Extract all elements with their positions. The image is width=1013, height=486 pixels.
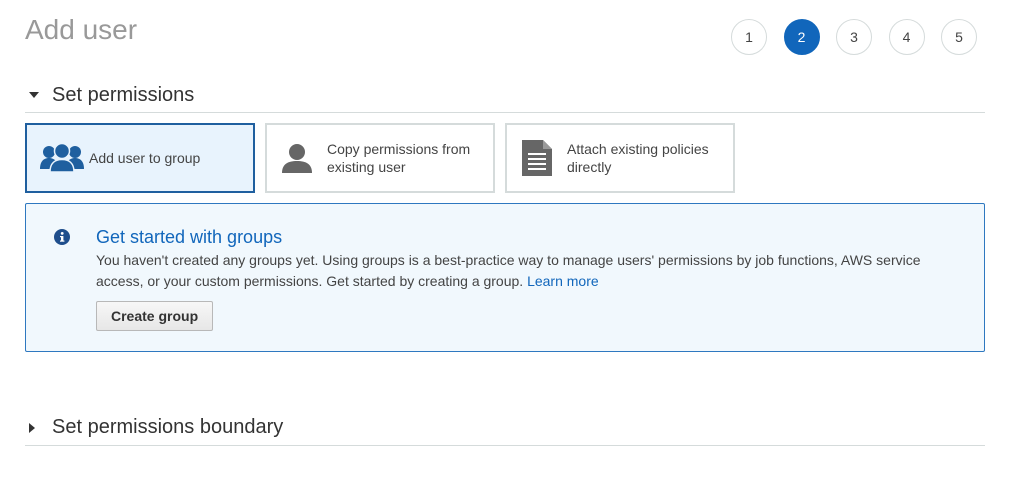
info-title: Get started with groups bbox=[96, 227, 283, 247]
set-permissions-boundary-title: Set permissions boundary bbox=[52, 416, 284, 438]
info-body: You haven't created any groups yet. Usin… bbox=[96, 252, 921, 289]
set-permissions-title: Set permissions bbox=[52, 83, 195, 106]
info-text: You haven't created any groups yet. Usin… bbox=[96, 250, 966, 292]
wizard-steps: 1 2 3 4 5 bbox=[731, 19, 994, 55]
document-icon bbox=[507, 140, 567, 176]
step-2[interactable]: 2 bbox=[783, 19, 820, 55]
user-icon bbox=[267, 143, 327, 173]
step-4[interactable]: 4 bbox=[888, 19, 925, 55]
option-attach-policies[interactable]: Attach existing policies directly bbox=[505, 123, 735, 193]
set-permissions-boundary-header[interactable]: Set permissions boundary bbox=[25, 416, 985, 446]
permission-options: Add user to group Copy permissions from … bbox=[25, 123, 735, 193]
learn-more-link[interactable]: Learn more bbox=[527, 273, 599, 289]
option-label: Add user to group bbox=[89, 150, 201, 166]
option-label: Attach existing policies directly bbox=[567, 141, 709, 175]
step-1[interactable]: 1 bbox=[731, 19, 767, 55]
groups-info-box: Get started with groups You haven't crea… bbox=[25, 203, 985, 352]
option-label: Copy permissions from existing user bbox=[327, 141, 471, 175]
set-permissions-header[interactable]: Set permissions bbox=[25, 84, 985, 113]
info-icon bbox=[54, 229, 70, 250]
option-copy-permissions[interactable]: Copy permissions from existing user bbox=[265, 123, 495, 193]
caret-down-icon bbox=[29, 92, 43, 98]
option-add-user-to-group[interactable]: Add user to group bbox=[25, 123, 255, 193]
caret-right-icon bbox=[29, 422, 43, 433]
create-group-button[interactable]: Create group bbox=[96, 301, 214, 331]
step-3[interactable]: 3 bbox=[836, 19, 872, 55]
step-5[interactable]: 5 bbox=[941, 19, 977, 55]
user-group-icon bbox=[27, 143, 89, 173]
page-title: Add user bbox=[25, 14, 138, 45]
